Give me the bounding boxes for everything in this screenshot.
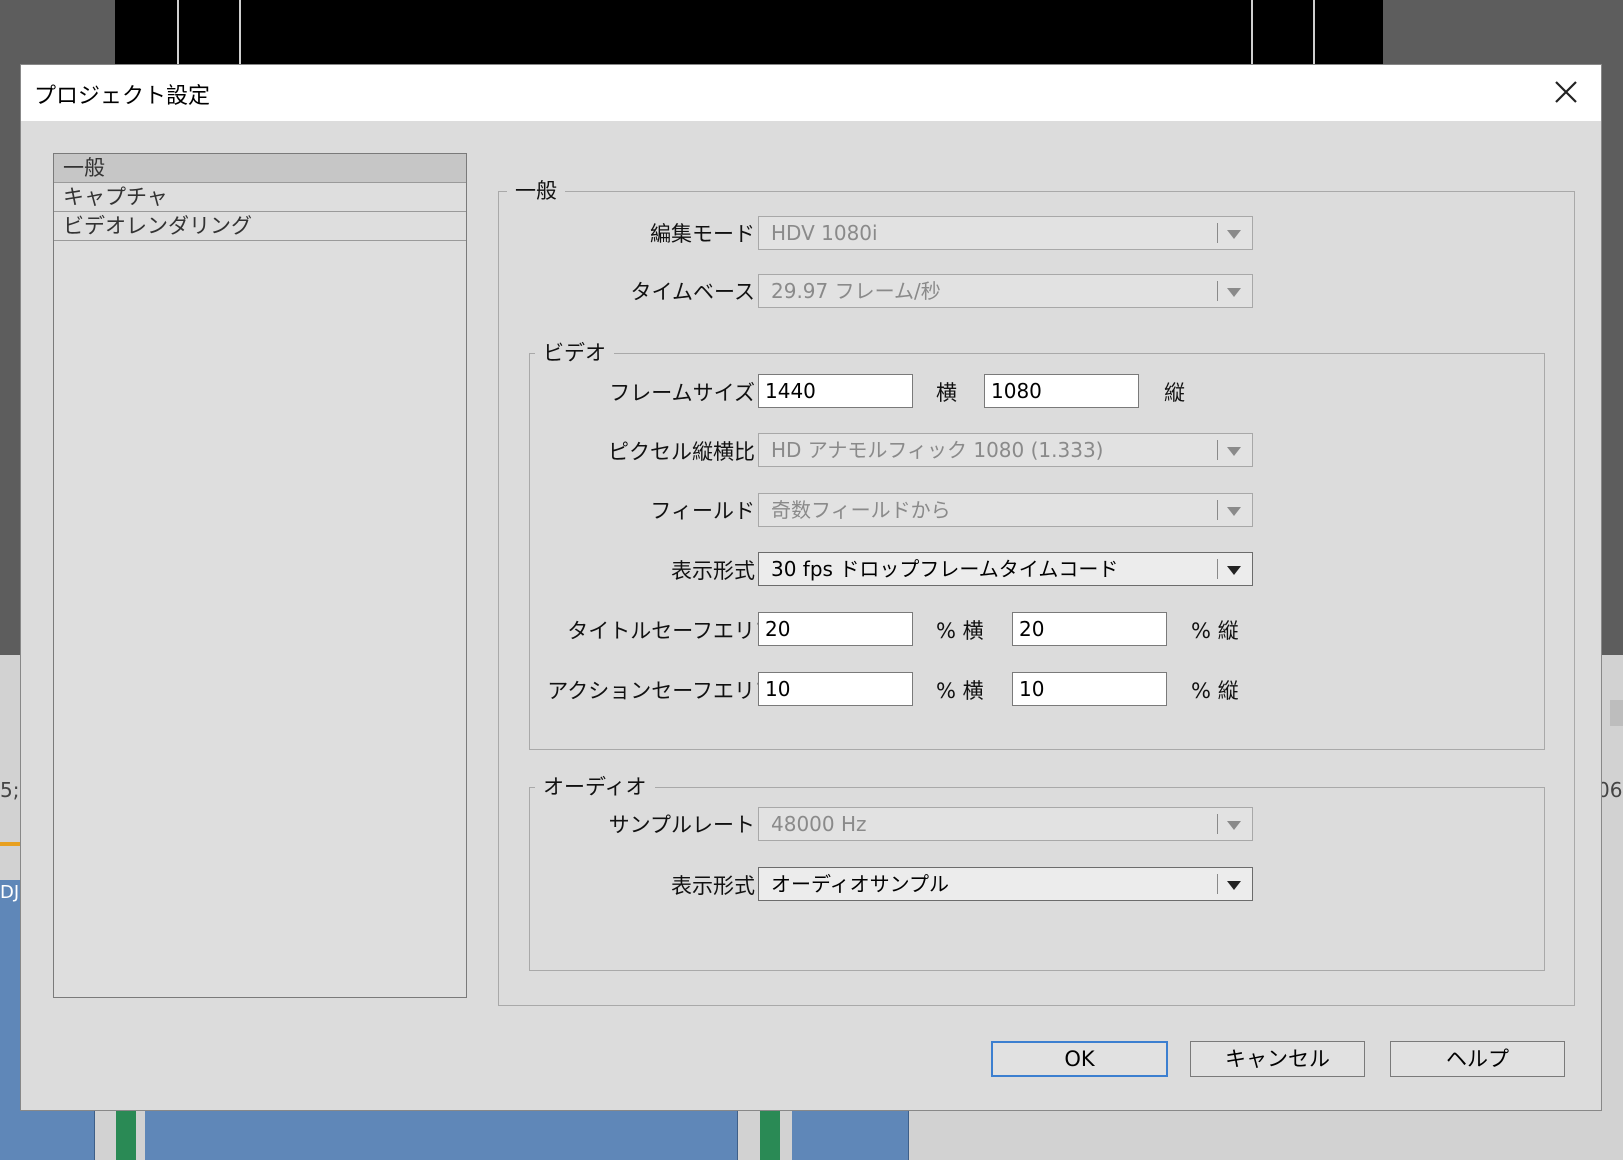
timebase-select[interactable]: 29.97 フレーム/秒 bbox=[758, 274, 1253, 308]
title-safe-h-unit: % 横 bbox=[936, 619, 984, 643]
action-safe-h-unit: % 横 bbox=[936, 679, 984, 703]
dropdown-arrow-icon bbox=[1227, 881, 1241, 890]
combo-separator bbox=[1217, 500, 1218, 520]
title-safe-v-input[interactable]: 20 bbox=[1012, 612, 1167, 646]
edit-mode-value: HDV 1080i bbox=[771, 221, 878, 245]
combo-separator bbox=[1217, 281, 1218, 301]
ok-button[interactable]: OK bbox=[991, 1041, 1168, 1077]
dropdown-arrow-icon bbox=[1227, 507, 1241, 516]
sample-rate-label: サンプルレート： bbox=[608, 813, 776, 837]
dropdown-arrow-icon bbox=[1227, 821, 1241, 830]
close-icon bbox=[1555, 81, 1577, 103]
project-settings-dialog: プロジェクト設定 一般 キャプチャ ビデオレンダリング 一般 編集モード： HD… bbox=[20, 64, 1602, 1111]
video-group-label: ビデオ bbox=[535, 337, 614, 367]
pixel-aspect-label: ピクセル縦横比： bbox=[608, 440, 776, 464]
sample-rate-value: 48000 Hz bbox=[771, 812, 867, 836]
timeline-clip[interactable] bbox=[0, 1110, 95, 1160]
monitor-line bbox=[239, 0, 241, 64]
monitor-line bbox=[1313, 0, 1315, 64]
timeline-clip[interactable] bbox=[413, 1110, 604, 1160]
frame-height-input[interactable]: 1080 bbox=[984, 374, 1139, 408]
combo-separator bbox=[1217, 223, 1218, 243]
timeline-clip[interactable] bbox=[0, 880, 21, 1110]
dialog-titlebar[interactable]: プロジェクト設定 bbox=[21, 65, 1601, 121]
close-button[interactable] bbox=[1531, 65, 1601, 121]
dropdown-arrow-icon bbox=[1227, 566, 1241, 575]
title-safe-v-unit: % 縦 bbox=[1191, 619, 1239, 643]
video-display-format-value: 30 fps ドロップフレームタイムコード bbox=[771, 557, 1119, 581]
action-safe-v-unit: % 縦 bbox=[1191, 679, 1239, 703]
action-safe-label: アクションセーフエリア bbox=[547, 679, 776, 703]
timebase-label: タイムベース： bbox=[630, 280, 776, 304]
dropdown-arrow-icon bbox=[1227, 230, 1241, 239]
timeline-clip[interactable] bbox=[792, 1110, 909, 1160]
nav-item-capture[interactable]: キャプチャ bbox=[54, 183, 466, 212]
combo-separator bbox=[1217, 559, 1218, 579]
timeline-clip[interactable] bbox=[145, 1110, 414, 1160]
help-button[interactable]: ヘルプ bbox=[1390, 1041, 1565, 1077]
sample-rate-select[interactable]: 48000 Hz bbox=[758, 807, 1253, 841]
frame-width-input[interactable]: 1440 bbox=[758, 374, 913, 408]
monitor-line bbox=[1251, 0, 1253, 64]
combo-separator bbox=[1217, 440, 1218, 460]
program-monitor bbox=[115, 0, 1383, 64]
general-group-label: 一般 bbox=[507, 175, 565, 205]
action-safe-v-input[interactable]: 10 bbox=[1012, 672, 1167, 706]
audio-display-format-value: オーディオサンプル bbox=[771, 872, 949, 896]
timeline-ruler-text: 5; bbox=[0, 778, 20, 802]
dialog-title: プロジェクト設定 bbox=[34, 84, 211, 109]
nav-item-video-rendering[interactable]: ビデオレンダリング bbox=[54, 212, 466, 241]
dropdown-arrow-icon bbox=[1227, 288, 1241, 297]
video-display-format-select[interactable]: 30 fps ドロップフレームタイムコード bbox=[758, 552, 1253, 586]
title-safe-label: タイトルセーフエリア bbox=[567, 619, 776, 643]
frame-height-unit: 縦 bbox=[1164, 381, 1185, 405]
nav-item-general[interactable]: 一般 bbox=[54, 154, 466, 183]
title-safe-h-input[interactable]: 20 bbox=[758, 612, 913, 646]
dropdown-arrow-icon bbox=[1227, 447, 1241, 456]
transition-marker bbox=[760, 1110, 780, 1160]
edit-mode-select[interactable]: HDV 1080i bbox=[758, 216, 1253, 250]
cancel-button[interactable]: キャンセル bbox=[1190, 1041, 1365, 1077]
combo-separator bbox=[1217, 874, 1218, 894]
transition-marker bbox=[116, 1110, 136, 1160]
pixel-aspect-value: HD アナモルフィック 1080 (1.333) bbox=[771, 438, 1104, 462]
field-value: 奇数フィールドから bbox=[771, 498, 951, 522]
pixel-aspect-select[interactable]: HD アナモルフィック 1080 (1.333) bbox=[758, 433, 1253, 467]
monitor-line bbox=[177, 0, 179, 64]
settings-category-list: 一般 キャプチャ ビデオレンダリング bbox=[53, 153, 467, 998]
audio-group-label: オーディオ bbox=[535, 771, 655, 801]
audio-display-format-select[interactable]: オーディオサンプル bbox=[758, 867, 1253, 901]
action-safe-h-input[interactable]: 10 bbox=[758, 672, 913, 706]
timeline-scrollbar[interactable] bbox=[1610, 700, 1623, 726]
work-area-bar bbox=[0, 842, 22, 846]
timeline-clip[interactable] bbox=[603, 1110, 683, 1160]
timebase-value: 29.97 フレーム/秒 bbox=[771, 279, 941, 303]
field-select[interactable]: 奇数フィールドから bbox=[758, 493, 1253, 527]
combo-separator bbox=[1217, 814, 1218, 834]
frame-size-label: フレームサイズ： bbox=[609, 381, 776, 405]
timeline-clip[interactable] bbox=[682, 1110, 738, 1160]
frame-width-unit: 横 bbox=[936, 381, 957, 405]
